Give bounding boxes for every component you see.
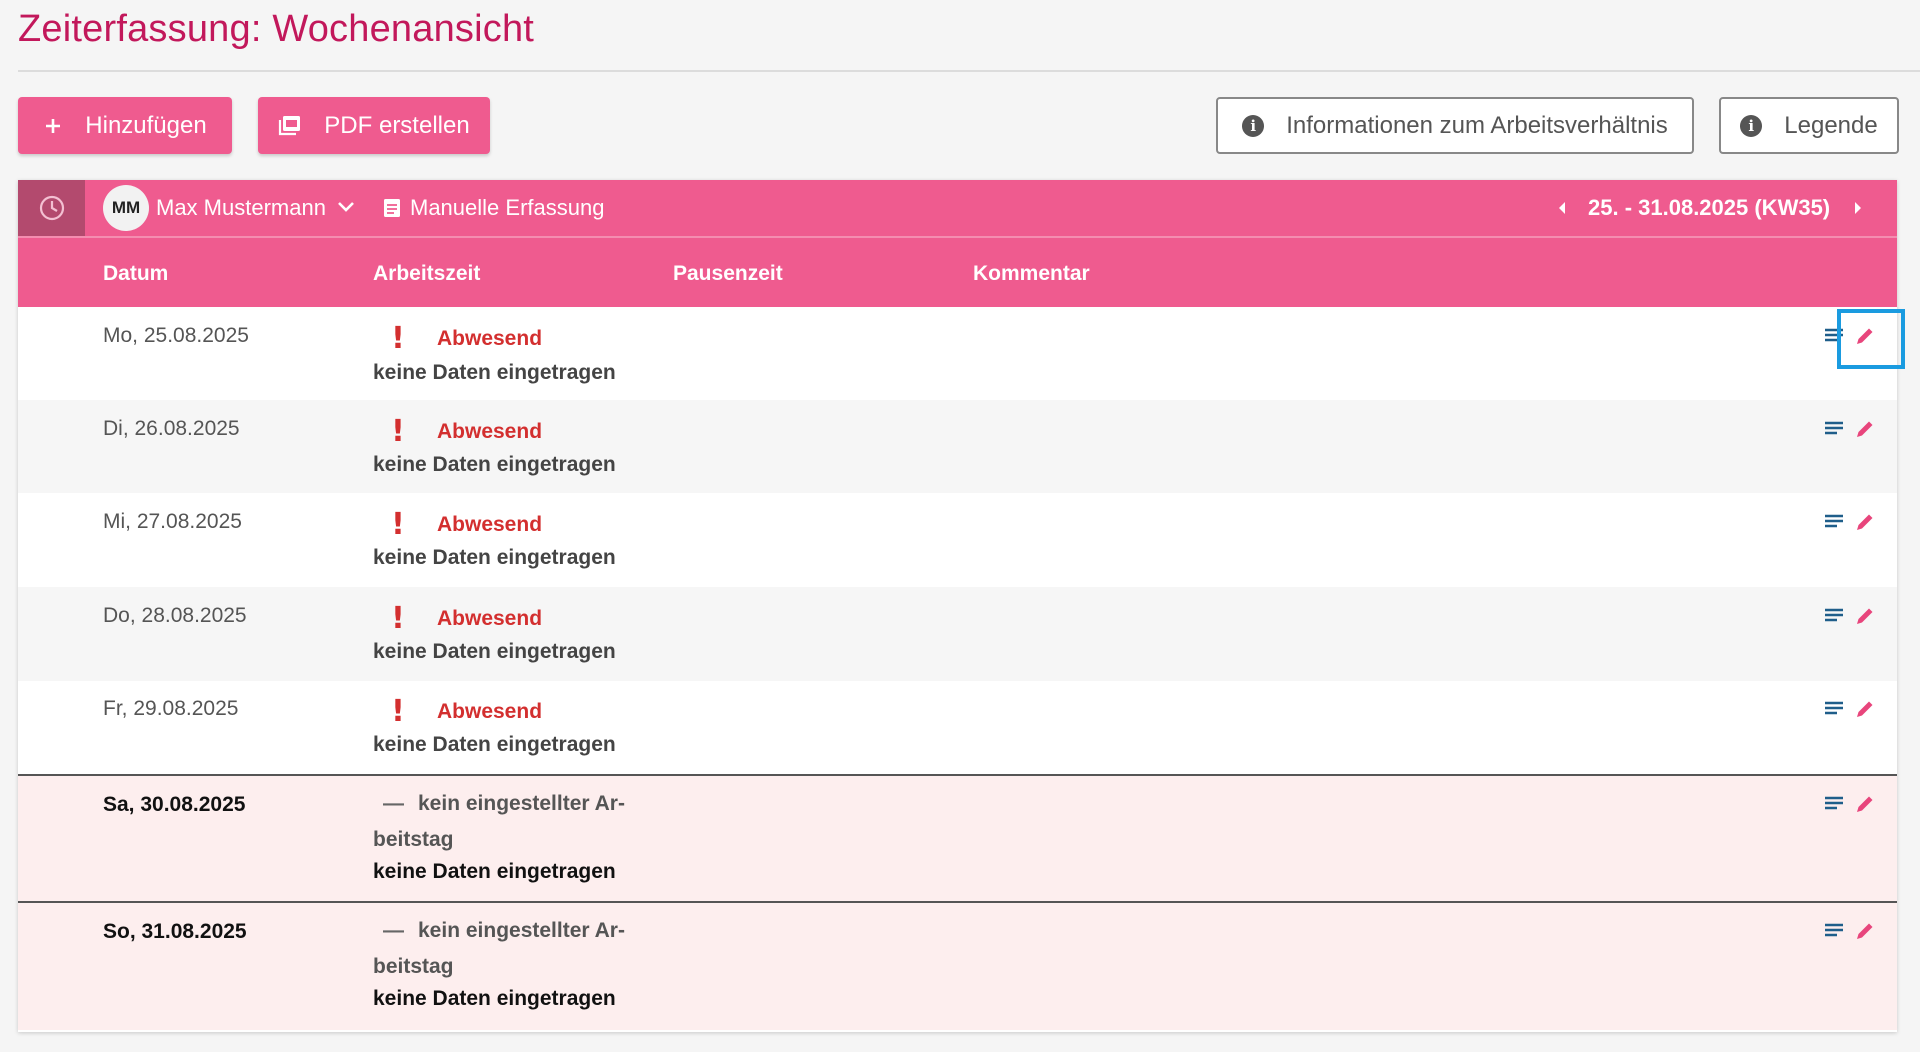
legend-label: Legende [1784,111,1878,139]
info-icon: i [1740,114,1763,137]
notes-icon[interactable] [1824,922,1844,945]
row-date: Mo, 25.08.2025 [103,324,249,347]
row-info: keine Daten eingetragen [373,987,616,1010]
edit-pencil-icon[interactable] [1854,605,1876,632]
table-row: Di, 26.08.2025 ! Abwesend keine Daten ei… [18,400,1897,493]
status-absent: ! Abwesend [373,414,542,449]
row-actions [1824,793,1876,820]
row-info: keine Daten eingetragen [373,860,616,883]
document-icon [382,197,402,224]
legend-button[interactable]: i Legende [1719,97,1899,154]
status-label: Abwesend [437,606,543,630]
row-info: keine Daten eingetragen [373,453,616,476]
table-row: Mi, 27.08.2025 ! Abwesend keine Daten ei… [18,493,1897,587]
row-actions [1824,418,1876,445]
manual-entry-label[interactable]: Manuelle Erfassung [410,195,604,221]
row-actions [1824,698,1876,725]
alert-icon: ! [391,507,405,542]
edit-pencil-icon[interactable] [1854,793,1876,820]
alert-icon: ! [391,414,405,449]
table-row: So, 31.08.2025 — kein eingestellter Ar- b… [18,903,1897,1030]
status-absent: ! Abwesend [373,601,542,636]
notes-icon[interactable] [1824,795,1844,818]
avatar[interactable]: MM [103,185,149,231]
notes-icon[interactable] [1824,700,1844,723]
edit-pencil-icon[interactable] [1854,698,1876,725]
next-week-icon[interactable] [1852,200,1864,221]
employment-info-label: Informationen zum Arbeitsverhältnis [1286,111,1668,139]
table-header: Datum Arbeitszeit Pausenzeit Kommentar [18,236,1897,307]
table-row: Mo, 25.08.2025 ! Abwesend keine Daten ei… [18,307,1897,400]
status-label-continued: beitstag [373,828,454,851]
row-actions [1824,920,1876,947]
row-date: So, 31.08.2025 [103,920,247,943]
status-no-workday: — kein eingestellter Ar- beitstag [373,786,663,858]
chevron-down-icon[interactable] [336,200,356,219]
status-absent: ! Abwesend [373,507,542,542]
notes-icon[interactable] [1824,513,1844,536]
row-date: Di, 26.08.2025 [103,417,240,440]
week-range: 25. - 31.08.2025 (KW35) [1588,195,1831,220]
pdf-icon [278,115,302,137]
alert-icon: ! [391,694,405,729]
dash-icon: — [383,919,404,942]
status-label: kein eingestellter Ar- [418,919,625,942]
dash-icon: — [383,792,404,815]
status-label: kein eingestellter Ar- [418,792,625,815]
row-info: keine Daten eingetragen [373,361,616,384]
alert-icon: ! [391,321,405,356]
status-label-continued: beitstag [373,955,454,978]
week-panel: MM Max Mustermann Manuelle Erfassung 25.… [18,180,1897,1032]
status-no-workday: — kein eingestellter Ar- beitstag [373,913,663,985]
page-title: Zeiterfassung: Wochenansicht [18,8,535,50]
previous-week-icon[interactable] [1556,200,1568,221]
row-actions [1824,511,1876,538]
status-label: Abwesend [437,419,543,443]
column-header-break-time: Pausenzeit [673,262,783,285]
notes-icon[interactable] [1824,420,1844,443]
plus-icon [43,116,63,136]
table-row: Do, 28.08.2025 ! Abwesend keine Daten ei… [18,587,1897,681]
row-info: keine Daten eingetragen [373,733,616,756]
column-header-date: Datum [103,262,169,285]
clock-icon[interactable] [18,180,85,236]
status-label: Abwesend [437,512,543,536]
row-date: Sa, 30.08.2025 [103,793,246,816]
employment-info-button[interactable]: i Informationen zum Arbeitsverhältnis [1216,97,1694,154]
column-header-working-time: Arbeitszeit [373,262,481,285]
add-button[interactable]: Hinzufügen [18,97,232,154]
user-name[interactable]: Max Mustermann [156,195,326,221]
row-info: keine Daten eingetragen [373,546,616,569]
info-icon: i [1242,114,1265,137]
table-row: Fr, 29.08.2025 ! Abwesend keine Daten ei… [18,681,1897,774]
row-date: Do, 28.08.2025 [103,604,247,627]
edit-pencil-icon[interactable] [1854,920,1876,947]
alert-icon: ! [391,601,405,636]
row-actions [1824,605,1876,632]
column-header-comment: Kommentar [973,262,1090,285]
edit-highlight-box [1837,309,1905,369]
edit-pencil-icon[interactable] [1854,511,1876,538]
status-absent: ! Abwesend [373,321,542,356]
status-absent: ! Abwesend [373,694,542,729]
pdf-create-button[interactable]: PDF erstellen [258,97,490,154]
notes-icon[interactable] [1824,607,1844,630]
week-toolbar: MM Max Mustermann Manuelle Erfassung 25.… [18,180,1897,236]
pdf-button-label: PDF erstellen [324,111,470,139]
add-button-label: Hinzufügen [85,111,207,139]
row-date: Fr, 29.08.2025 [103,697,239,720]
row-date: Mi, 27.08.2025 [103,510,242,533]
status-label: Abwesend [437,699,543,723]
status-label: Abwesend [437,326,543,350]
table-row: Sa, 30.08.2025 — kein eingestellter Ar- b… [18,776,1897,901]
title-divider [18,70,1920,72]
row-info: keine Daten eingetragen [373,640,616,663]
edit-pencil-icon[interactable] [1854,418,1876,445]
